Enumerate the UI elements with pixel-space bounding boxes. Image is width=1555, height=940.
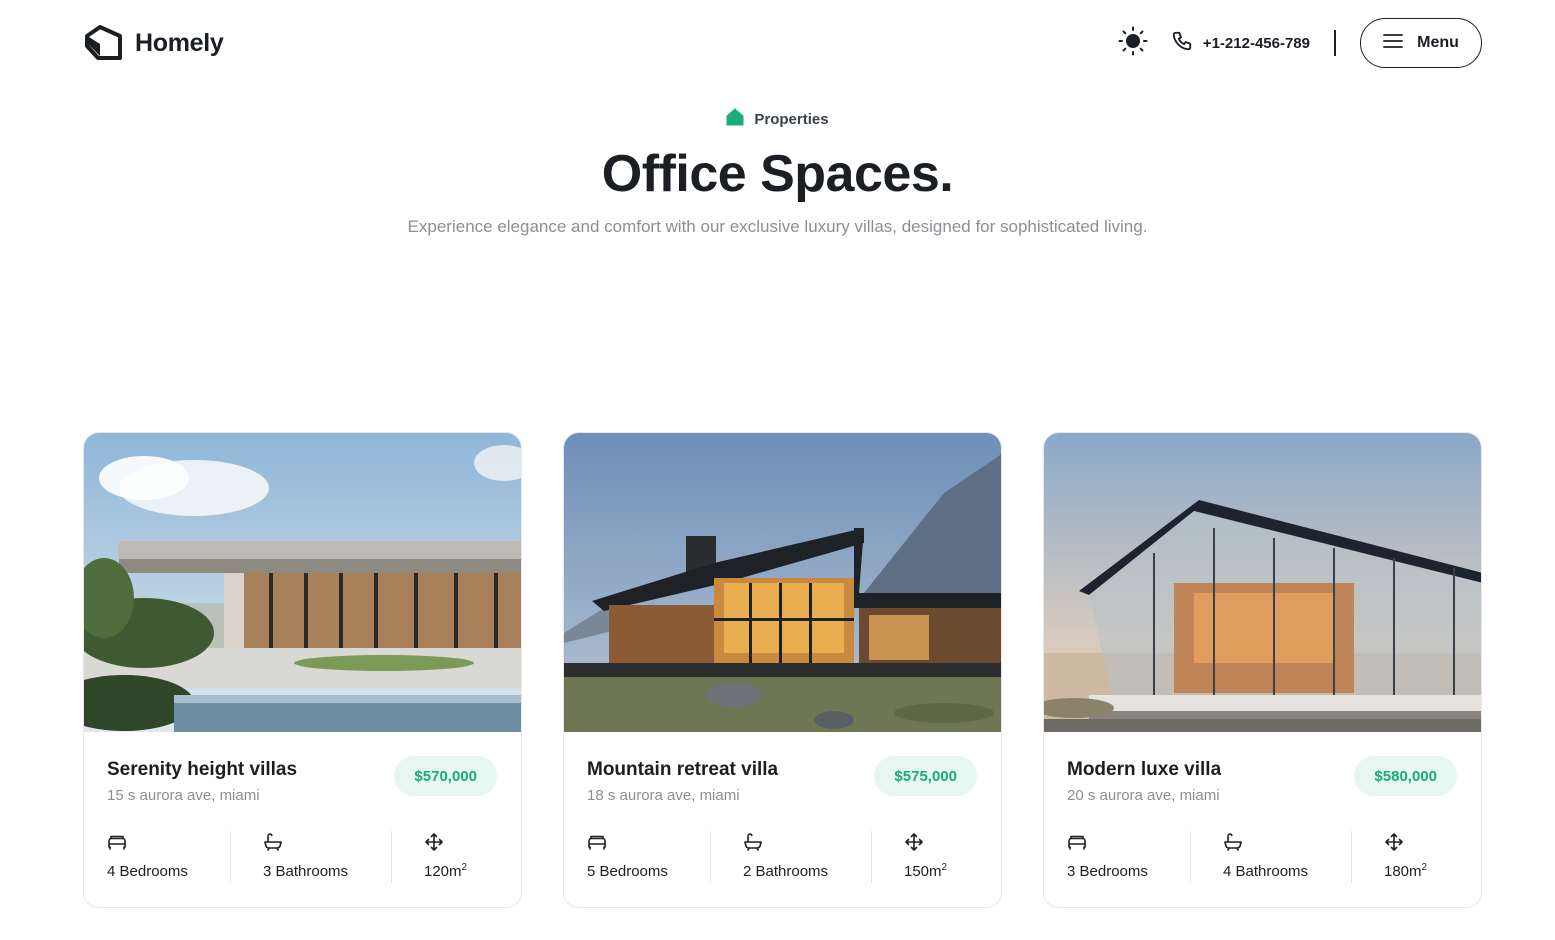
brand-logo[interactable]: Homely xyxy=(83,24,224,62)
bathtub-icon xyxy=(743,832,763,852)
feature-divider xyxy=(391,831,392,883)
bedrooms-label: 5 Bedrooms xyxy=(587,863,668,880)
area-label: 120m2 xyxy=(424,862,468,881)
bedrooms-label: 4 Bedrooms xyxy=(107,863,188,880)
header-actions: +1-212-456-789 Menu xyxy=(1117,18,1482,68)
property-features: 3 Bedrooms 4 Bathrooms 180m2 xyxy=(1044,829,1481,885)
theme-toggle-button[interactable] xyxy=(1117,26,1149,61)
bathtub-icon xyxy=(263,832,283,852)
brand-name: Homely xyxy=(135,28,224,57)
property-image[interactable] xyxy=(84,433,521,732)
house-icon xyxy=(726,108,744,131)
property-card-list: Serenity height villas 15 s aurora ave, … xyxy=(83,432,1482,908)
property-name[interactable]: Serenity height villas xyxy=(107,759,297,781)
feature-divider xyxy=(871,831,872,883)
bedrooms-label: 3 Bedrooms xyxy=(1067,863,1148,880)
feature-divider xyxy=(230,831,231,883)
area-label: 180m2 xyxy=(1384,862,1428,881)
bathrooms-label: 2 Bathrooms xyxy=(743,863,829,880)
eyebrow-label: Properties xyxy=(754,111,829,128)
property-image[interactable] xyxy=(564,433,1001,732)
bed-icon xyxy=(1067,832,1087,852)
property-name[interactable]: Modern luxe villa xyxy=(1067,759,1221,781)
property-address: 20 s aurora ave, miami xyxy=(1067,787,1220,804)
property-features: 5 Bedrooms 2 Bathrooms 150m2 xyxy=(564,829,1001,885)
hero-section: Properties Office Spaces. Experience ele… xyxy=(0,108,1555,237)
page-subtitle: Experience elegance and comfort with our… xyxy=(407,217,1148,236)
feature-divider xyxy=(1351,831,1352,883)
bathrooms-label: 3 Bathrooms xyxy=(263,863,349,880)
move-arrows-icon xyxy=(904,832,924,852)
phone-link[interactable]: +1-212-456-789 xyxy=(1171,30,1310,57)
price-badge: $580,000 xyxy=(1354,756,1457,796)
property-card[interactable]: Modern luxe villa 20 s aurora ave, miami… xyxy=(1043,432,1482,908)
house-logo-icon xyxy=(83,24,123,62)
feature-divider xyxy=(1190,831,1191,883)
section-eyebrow: Properties xyxy=(726,108,829,131)
bathrooms-label: 4 Bathrooms xyxy=(1223,863,1309,880)
hamburger-icon xyxy=(1383,33,1404,54)
site-header: Homely +1-212-456-789 Menu xyxy=(83,18,1482,68)
property-image[interactable] xyxy=(1044,433,1481,732)
property-address: 15 s aurora ave, miami xyxy=(107,787,260,804)
area-label: 150m2 xyxy=(904,862,948,881)
phone-icon xyxy=(1171,30,1193,57)
property-address: 18 s aurora ave, miami xyxy=(587,787,740,804)
page-title: Office Spaces. xyxy=(601,145,954,203)
move-arrows-icon xyxy=(1384,832,1404,852)
move-arrows-icon xyxy=(424,832,444,852)
menu-label: Menu xyxy=(1417,34,1459,51)
bed-icon xyxy=(587,832,607,852)
menu-button[interactable]: Menu xyxy=(1360,18,1482,68)
property-name[interactable]: Mountain retreat villa xyxy=(587,759,778,781)
property-features: 4 Bedrooms 3 Bathrooms 120m2 xyxy=(84,829,521,885)
header-divider xyxy=(1334,30,1336,56)
price-badge: $575,000 xyxy=(874,756,977,796)
bed-icon xyxy=(107,832,127,852)
property-card[interactable]: Serenity height villas 15 s aurora ave, … xyxy=(83,432,522,908)
feature-divider xyxy=(710,831,711,883)
price-badge: $570,000 xyxy=(394,756,497,796)
bathtub-icon xyxy=(1223,832,1243,852)
property-card[interactable]: Mountain retreat villa 18 s aurora ave, … xyxy=(563,432,1002,908)
phone-number: +1-212-456-789 xyxy=(1202,34,1310,52)
sun-icon xyxy=(1118,26,1148,61)
